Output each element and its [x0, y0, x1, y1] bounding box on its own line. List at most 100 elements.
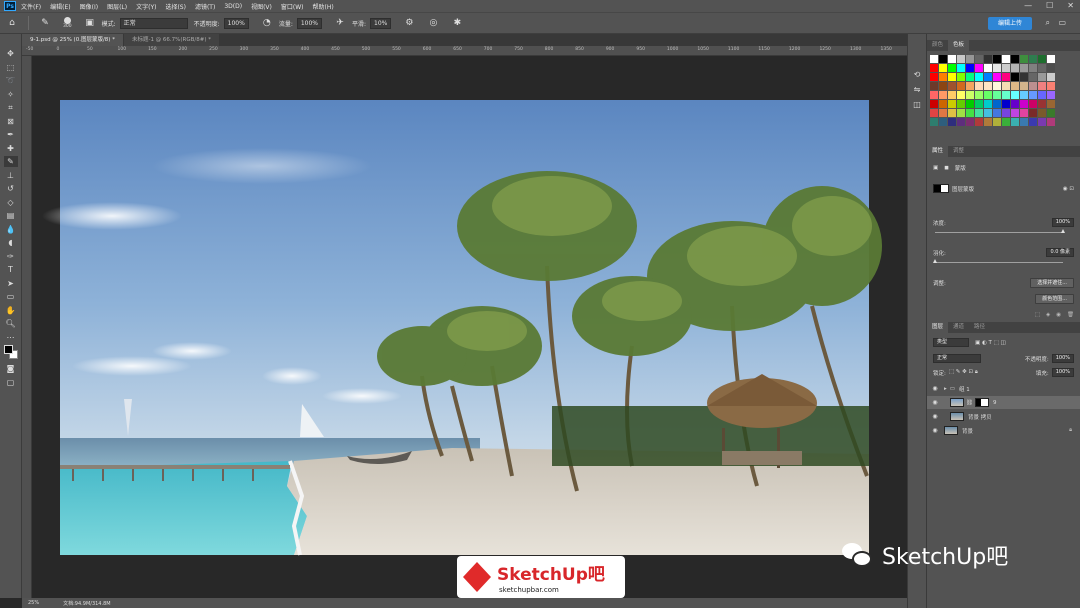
quick-mask-icon[interactable]: ◙: [4, 363, 18, 374]
share-button[interactable]: 编辑上传: [987, 17, 1032, 30]
color-swatch[interactable]: [957, 100, 965, 108]
color-swatch[interactable]: [984, 91, 992, 99]
color-swatch[interactable]: [1011, 109, 1019, 117]
color-swatch[interactable]: [1047, 73, 1055, 81]
menu-image[interactable]: 图像(I): [80, 2, 98, 11]
color-swatch[interactable]: [966, 118, 974, 126]
brush-preset-picker[interactable]: 300: [63, 17, 72, 29]
airbrush-icon[interactable]: ✈: [333, 16, 347, 30]
symmetry-icon[interactable]: ✱: [450, 16, 464, 30]
color-swatch[interactable]: [984, 64, 992, 72]
color-swatch[interactable]: [939, 73, 947, 81]
color-swatch[interactable]: [1020, 82, 1028, 90]
color-swatch[interactable]: [1029, 64, 1037, 72]
document-canvas[interactable]: [32, 56, 907, 598]
gradient-tool-icon[interactable]: ▤: [4, 210, 18, 221]
color-swatch[interactable]: [966, 64, 974, 72]
color-swatch[interactable]: [993, 109, 1001, 117]
pressure-size-icon[interactable]: ◎: [426, 16, 440, 30]
delete-mask-icon[interactable]: 🗑︎: [1067, 312, 1074, 318]
menu-view[interactable]: 视图(V): [251, 2, 272, 11]
close-icon[interactable]: ✕: [1067, 0, 1074, 12]
screen-mode-icon[interactable]: ▢: [4, 377, 18, 388]
mask-link-icon[interactable]: ⛓: [966, 400, 973, 406]
visibility-eye-icon[interactable]: ◉: [930, 385, 940, 392]
color-swatch[interactable]: [1029, 91, 1037, 99]
menu-type[interactable]: 文字(Y): [136, 2, 156, 11]
color-swatch[interactable]: [1011, 55, 1019, 63]
color-swatch[interactable]: [930, 64, 938, 72]
color-swatch[interactable]: [1020, 64, 1028, 72]
smoothing-field[interactable]: 10%: [370, 17, 392, 29]
color-swatch[interactable]: [948, 73, 956, 81]
layer-row-background[interactable]: ◉ 背景 🔒︎: [927, 424, 1080, 437]
adjust-icon[interactable]: ⇋: [908, 85, 926, 94]
opacity-field[interactable]: 100%: [223, 17, 249, 29]
density-slider[interactable]: [935, 229, 1065, 233]
visibility-eye-icon[interactable]: ◉: [930, 413, 940, 420]
color-swatch[interactable]: [1011, 100, 1019, 108]
feather-field[interactable]: 0.0 像素: [1046, 248, 1074, 257]
color-swatch[interactable]: [1002, 118, 1010, 126]
color-swatch[interactable]: [984, 73, 992, 81]
color-swatch[interactable]: [1002, 64, 1010, 72]
layer-mask-thumbnail[interactable]: [974, 398, 989, 407]
color-swatch[interactable]: [1038, 118, 1046, 126]
color-swatch[interactable]: [993, 100, 1001, 108]
clone-stamp-tool-icon[interactable]: ⊥: [4, 170, 18, 181]
tab-color[interactable]: 颜色: [927, 40, 948, 51]
color-swatch[interactable]: [930, 118, 938, 126]
color-swatch[interactable]: [966, 109, 974, 117]
color-swatch[interactable]: [1020, 100, 1028, 108]
lasso-tool-icon[interactable]: ➰: [4, 75, 18, 86]
tab-swatches[interactable]: 色板: [948, 40, 970, 51]
color-swatch[interactable]: [1047, 100, 1055, 108]
menu-layer[interactable]: 图层(L): [107, 2, 127, 11]
density-slider-thumb[interactable]: [1060, 229, 1065, 233]
more-tools-icon[interactable]: ⋯: [4, 332, 18, 343]
mask-actions-icons[interactable]: ◉ ⊡: [1063, 186, 1074, 192]
color-swatch[interactable]: [930, 100, 938, 108]
color-swatch[interactable]: [966, 73, 974, 81]
color-swatch[interactable]: [957, 64, 965, 72]
history-brush-tool-icon[interactable]: ↺: [4, 183, 18, 194]
color-swatch[interactable]: [1020, 73, 1028, 81]
color-swatch[interactable]: [939, 64, 947, 72]
color-swatch[interactable]: [930, 73, 938, 81]
color-swatch[interactable]: [993, 91, 1001, 99]
color-swatch[interactable]: [948, 55, 956, 63]
color-swatch[interactable]: [930, 82, 938, 90]
healing-brush-tool-icon[interactable]: ✚: [4, 143, 18, 154]
color-swatch[interactable]: [1020, 55, 1028, 63]
color-swatch[interactable]: [1002, 109, 1010, 117]
apply-mask-icon[interactable]: ◈: [1046, 312, 1050, 318]
color-swatch[interactable]: [984, 55, 992, 63]
foreground-color-swatch[interactable]: [3, 345, 13, 354]
color-swatch[interactable]: [984, 118, 992, 126]
color-swatch[interactable]: [1011, 82, 1019, 90]
tab-properties[interactable]: 属性: [927, 146, 949, 157]
color-swatch[interactable]: [993, 64, 1001, 72]
density-field[interactable]: 100%: [1051, 218, 1074, 227]
workspace-icon[interactable]: ▭: [1058, 18, 1066, 27]
layer-filter-select[interactable]: 类型: [933, 338, 969, 347]
color-swatch[interactable]: [1002, 100, 1010, 108]
menu-filter[interactable]: 滤镜(T): [195, 2, 215, 11]
tab-channels[interactable]: 通道: [948, 322, 969, 333]
color-swatch[interactable]: [975, 118, 983, 126]
color-swatch[interactable]: [966, 100, 974, 108]
color-swatch[interactable]: [948, 64, 956, 72]
color-swatch[interactable]: [939, 91, 947, 99]
menu-select[interactable]: 选择(S): [165, 2, 186, 11]
color-swatch[interactable]: [993, 55, 1001, 63]
color-swatch[interactable]: [1047, 55, 1055, 63]
search-icon[interactable]: ⌕: [1046, 18, 1050, 28]
smoothing-settings-icon[interactable]: ⚙: [402, 16, 416, 30]
history-icon[interactable]: ⟲: [908, 70, 926, 79]
layer-row-masked[interactable]: ◉ ⛓ 9: [927, 396, 1080, 409]
load-selection-icon[interactable]: ⬚: [1035, 312, 1040, 318]
color-swatch[interactable]: [975, 91, 983, 99]
menu-file[interactable]: 文件(F): [21, 2, 41, 11]
color-swatch[interactable]: [975, 100, 983, 108]
eraser-tool-icon[interactable]: ◇: [4, 197, 18, 208]
